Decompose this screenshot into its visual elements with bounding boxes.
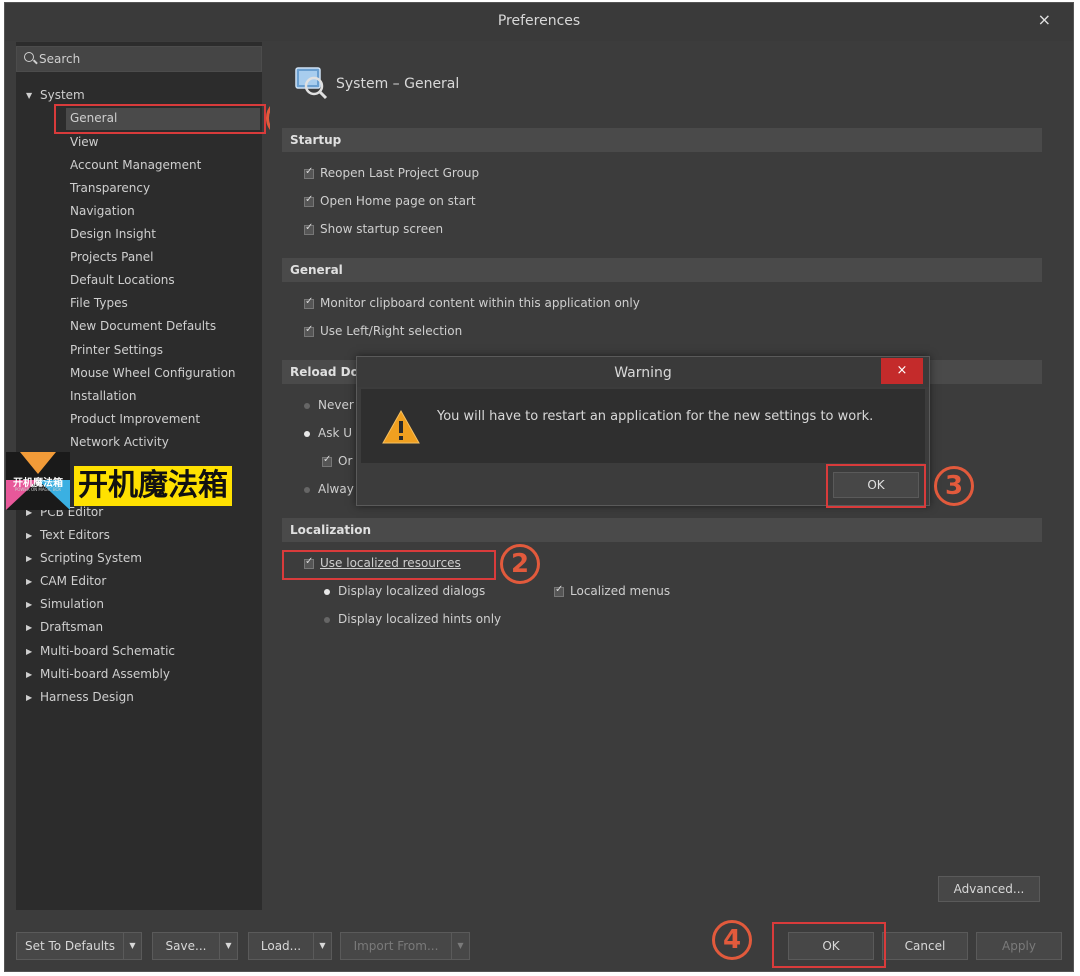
dialog-title-bar: Warning × <box>357 357 929 387</box>
page-title: System – General <box>336 76 460 92</box>
dropdown-arrow-icon[interactable]: ▼ <box>313 933 331 959</box>
search-icon <box>24 52 34 62</box>
section-startup: Startup <box>282 128 1042 152</box>
checkbox-show-startup-screen[interactable]: Show startup screen <box>304 222 443 236</box>
tree-item-multi-board-schematic[interactable]: ▶ Multi-board Schematic <box>26 644 175 658</box>
radio-off-icon[interactable] <box>324 616 330 623</box>
apply-button[interactable]: Apply <box>976 932 1062 960</box>
expand-right-icon[interactable]: ▶ <box>26 554 40 563</box>
radio-off-icon[interactable] <box>304 486 310 493</box>
set-to-defaults-button[interactable]: Set To Defaults ▼ <box>16 932 142 960</box>
tree-item-multi-board-assembly[interactable]: ▶ Multi-board Assembly <box>26 667 170 681</box>
checkbox-left-right-selection[interactable]: Use Left/Right selection <box>304 324 462 338</box>
tree-item-view[interactable]: View <box>70 135 98 149</box>
highlight-dialog-ok <box>826 464 926 508</box>
watermark: 开机魔法箱 POWER ON MAGIC BOX 开机魔法箱 <box>6 452 246 512</box>
tree-item-simulation[interactable]: ▶ Simulation <box>26 597 104 611</box>
radio-never[interactable]: Never <box>304 398 354 412</box>
radio-off-icon[interactable] <box>304 402 310 409</box>
expand-right-icon[interactable]: ▶ <box>26 531 40 540</box>
tree-item-mouse-wheel-configuration[interactable]: Mouse Wheel Configuration <box>70 366 236 380</box>
radio-on-icon[interactable] <box>324 588 330 595</box>
checkbox-reopen-last-project-group[interactable]: Reopen Last Project Group <box>304 166 479 180</box>
dropdown-arrow-icon[interactable]: ▼ <box>451 933 469 959</box>
tree-item-harness-design[interactable]: ▶ Harness Design <box>26 690 134 704</box>
section-general: General <box>282 258 1042 282</box>
annotation-step-4: 4 <box>712 920 752 960</box>
expand-right-icon[interactable]: ▶ <box>26 670 40 679</box>
checkbox-checked-icon[interactable] <box>304 324 314 337</box>
dropdown-arrow-icon[interactable]: ▼ <box>123 933 141 959</box>
search-box[interactable] <box>16 46 262 72</box>
annotation-step-2: 2 <box>500 544 540 584</box>
title-bar: Preferences × <box>5 3 1073 41</box>
tree-item-draftsman[interactable]: ▶ Draftsman <box>26 620 103 634</box>
import-from-button[interactable]: Import From... ▼ <box>340 932 470 960</box>
watermark-logo: 开机魔法箱 POWER ON MAGIC BOX <box>6 452 70 510</box>
tree-item-file-types[interactable]: File Types <box>70 296 128 310</box>
radio-ask-user[interactable]: Ask U <box>304 426 352 440</box>
tree-item-design-insight[interactable]: Design Insight <box>70 227 156 241</box>
checkbox-open-home-page[interactable]: Open Home page on start <box>304 194 476 208</box>
tree-item-installation[interactable]: Installation <box>70 389 136 403</box>
tree-item-text-editors[interactable]: ▶ Text Editors <box>26 528 110 542</box>
checkbox-reload-sub[interactable]: Or <box>322 454 352 468</box>
expand-right-icon[interactable]: ▶ <box>26 693 40 702</box>
load-button[interactable]: Load... ▼ <box>248 932 332 960</box>
tree-item-navigation[interactable]: Navigation <box>70 204 135 218</box>
watermark-text: 开机魔法箱 <box>74 466 232 506</box>
dialog-message: You will have to restart an application … <box>437 409 874 424</box>
dropdown-arrow-icon[interactable]: ▼ <box>219 933 237 959</box>
radio-on-icon[interactable] <box>304 430 310 437</box>
window-title: Preferences <box>497 13 581 29</box>
highlight-general <box>54 104 266 134</box>
radio-display-localized-hints[interactable]: Display localized hints only <box>324 612 501 626</box>
tree-item-printer-settings[interactable]: Printer Settings <box>70 343 163 357</box>
checkbox-monitor-clipboard[interactable]: Monitor clipboard content within this ap… <box>304 296 640 310</box>
tree-item-new-document-defaults[interactable]: New Document Defaults <box>70 319 216 333</box>
checkbox-checked-icon[interactable] <box>304 194 314 207</box>
checkbox-checked-icon[interactable] <box>322 454 332 467</box>
checkbox-checked-icon[interactable] <box>554 584 564 597</box>
watermark-logo-subtext: POWER ON MAGIC BOX <box>14 487 62 492</box>
radio-always[interactable]: Alway <box>304 482 354 496</box>
expand-right-icon[interactable]: ▶ <box>26 623 40 632</box>
advanced-button[interactable]: Advanced... <box>938 876 1040 902</box>
radio-display-localized-dialogs[interactable]: Display localized dialogs <box>324 584 485 598</box>
tree-item-projects-panel[interactable]: Projects Panel <box>70 250 154 264</box>
dialog-title: Warning <box>614 365 672 381</box>
expand-right-icon[interactable]: ▶ <box>26 600 40 609</box>
section-localization: Localization <box>282 518 1042 542</box>
tree-item-cam-editor[interactable]: ▶ CAM Editor <box>26 574 106 588</box>
highlight-use-localized-resources <box>282 550 496 580</box>
search-input[interactable] <box>39 50 254 68</box>
dialog-body: You will have to restart an application … <box>361 389 925 463</box>
system-general-icon <box>295 67 328 100</box>
checkbox-checked-icon[interactable] <box>304 296 314 309</box>
dialog-close-button[interactable]: × <box>881 358 923 384</box>
tree-item-network-activity[interactable]: Network Activity <box>70 435 169 449</box>
checkbox-checked-icon[interactable] <box>304 166 314 179</box>
cancel-button[interactable]: Cancel <box>882 932 968 960</box>
tree-item-product-improvement[interactable]: Product Improvement <box>70 412 200 426</box>
tree-item-scripting-system[interactable]: ▶ Scripting System <box>26 551 142 565</box>
tree-item-system[interactable]: ▼ System <box>26 88 85 102</box>
expand-right-icon[interactable]: ▶ <box>26 647 40 656</box>
tree-item-transparency[interactable]: Transparency <box>70 181 150 195</box>
save-button[interactable]: Save... ▼ <box>152 932 238 960</box>
close-icon[interactable]: × <box>1038 10 1051 29</box>
tree-item-default-locations[interactable]: Default Locations <box>70 273 175 287</box>
expand-down-icon[interactable]: ▼ <box>26 91 40 100</box>
checkbox-localized-menus[interactable]: Localized menus <box>554 584 670 598</box>
checkbox-checked-icon[interactable] <box>304 222 314 235</box>
expand-right-icon[interactable]: ▶ <box>26 577 40 586</box>
annotation-step-3: 3 <box>934 466 974 506</box>
warning-icon <box>382 409 420 444</box>
highlight-ok <box>772 922 886 968</box>
tree-item-account-management[interactable]: Account Management <box>70 158 201 172</box>
logo-shape <box>20 452 56 474</box>
